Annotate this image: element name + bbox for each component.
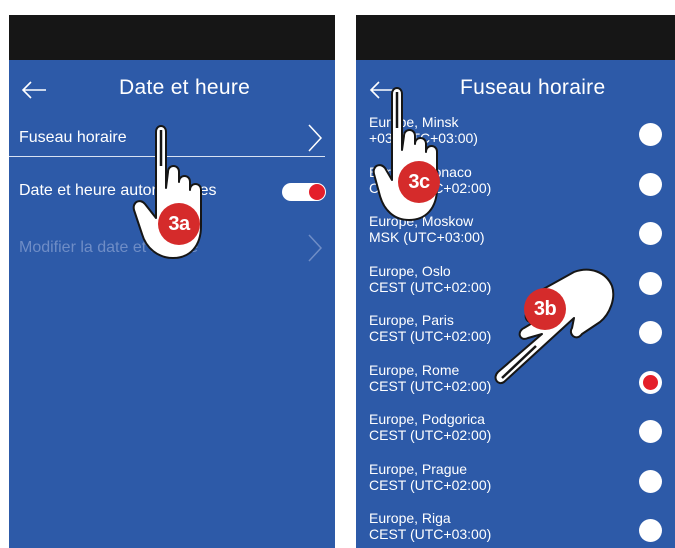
radio-button[interactable]: [639, 420, 662, 443]
timezone-offset: CEST (UTC+02:00): [369, 278, 492, 295]
pointing-hand-icon: [132, 125, 202, 259]
status-bar: [356, 15, 675, 60]
arrow-left-icon[interactable]: [19, 75, 49, 105]
radio-button[interactable]: [639, 222, 662, 245]
timezone-offset: CEST (UTC+02:00): [369, 427, 492, 443]
radio-button[interactable]: [639, 123, 662, 146]
step-badge-3c: 3c: [398, 161, 440, 203]
pointing-hand-icon: [372, 87, 438, 221]
timezone-item[interactable]: Europe, Podgorica CEST (UTC+02:00): [356, 409, 675, 459]
timezone-name: Europe, Paris: [369, 312, 454, 328]
timezone-name: Europe, Oslo: [369, 262, 451, 279]
step-badge-3a: 3a: [158, 203, 200, 245]
timezone-name: Europe, Prague: [369, 460, 468, 477]
page-title: Date et heure: [119, 76, 251, 99]
chevron-right-icon: [308, 234, 323, 262]
status-bar: [9, 15, 335, 60]
timezone-name: Europe, Rome: [369, 361, 460, 378]
timezone-offset: CEST (UTC+02:00): [369, 476, 492, 493]
timezone-item[interactable]: Europe, Prague CEST (UTC+02:00): [356, 459, 675, 509]
radio-button[interactable]: [639, 271, 662, 295]
step-badge-3b: 3b: [524, 288, 566, 330]
auto-date-time-toggle[interactable]: [282, 183, 326, 201]
timezone-offset: CEST (UTC+03:00): [369, 526, 492, 542]
timezone-name: Europe, Riga: [369, 510, 451, 526]
radio-button[interactable]: [639, 519, 662, 542]
date-time-screen: Date et heure Fuseau horaire Date et heu…: [9, 15, 335, 548]
radio-button-selected[interactable]: [639, 370, 662, 394]
radio-button[interactable]: [639, 469, 662, 493]
radio-button[interactable]: [639, 321, 662, 344]
toggle-knob: [309, 184, 325, 200]
timezone-name: Europe, Podgorica: [369, 411, 485, 427]
timezone-offset: CEST (UTC+02:00): [369, 377, 492, 394]
timezone-offset: CEST (UTC+02:00): [369, 328, 492, 344]
chevron-right-icon: [308, 124, 323, 152]
timezone-item[interactable]: Europe, Riga CEST (UTC+03:00): [356, 508, 675, 548]
page-title: Fuseau horaire: [460, 76, 606, 99]
radio-button[interactable]: [639, 172, 662, 196]
setting-label: Fuseau horaire: [19, 129, 127, 146]
